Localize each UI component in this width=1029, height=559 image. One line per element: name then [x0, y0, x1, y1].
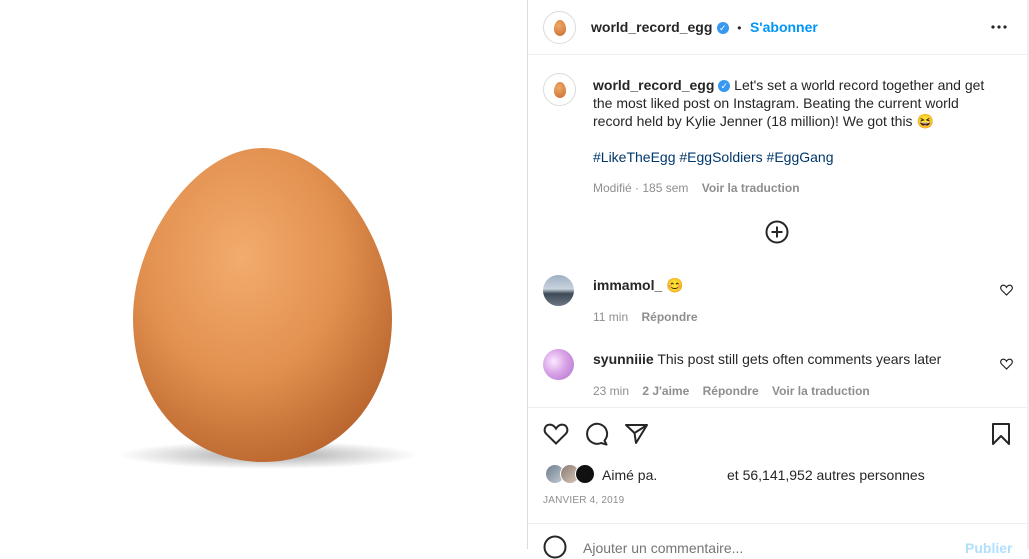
post-age: 185 sem	[642, 181, 689, 195]
caption-username[interactable]: world_record_egg	[593, 77, 714, 93]
author-avatar[interactable]	[543, 11, 576, 44]
share-send-icon[interactable]	[624, 422, 650, 446]
comment-bubble-icon[interactable]	[584, 422, 610, 446]
see-translation-link[interactable]: Voir la traduction	[702, 181, 800, 195]
header-divider	[528, 54, 1029, 55]
more-options-icon[interactable]	[990, 20, 1008, 34]
reply-button[interactable]: Répondre	[703, 384, 759, 398]
add-comment-input[interactable]	[583, 538, 903, 558]
comment-meta: 11 min Répondre	[593, 310, 698, 324]
publish-button[interactable]: Publier	[965, 540, 1012, 556]
comment-text: This post still gets often comments year…	[657, 351, 942, 367]
liker-avatar	[575, 464, 595, 484]
egg-avatar-icon	[553, 81, 566, 98]
commenter-avatar[interactable]	[543, 275, 574, 306]
author-username[interactable]: world_record_egg	[591, 19, 712, 35]
caption-emoji: 😆	[916, 113, 934, 129]
post-date: JANVIER 4, 2019	[543, 495, 625, 506]
caption-meta: Modifié · 185 sem Voir la traduction	[593, 181, 800, 195]
commenter-avatar[interactable]	[543, 349, 574, 380]
egg-avatar-icon	[553, 19, 566, 36]
comment-meta: 23 min 2 J'aime Répondre Voir la traduct…	[593, 384, 870, 398]
comment-time: 11 min	[593, 310, 629, 324]
like-heart-icon[interactable]	[543, 422, 569, 446]
comment-likes-count[interactable]: 2 J'aime	[642, 384, 689, 398]
verified-badge-icon: ✓	[718, 80, 731, 93]
emoji-smiley-icon[interactable]	[543, 535, 567, 559]
post-media[interactable]	[0, 0, 527, 549]
comment-username[interactable]: immamol_	[593, 277, 662, 293]
comment-item: syunniiie This post still gets often com…	[593, 350, 973, 368]
post-header: world_record_egg ✓ • S'abonner	[591, 19, 818, 37]
comment-like-icon[interactable]	[1000, 284, 1013, 296]
comment-time: 23 min	[593, 384, 630, 398]
comment-username[interactable]: syunniiie	[593, 351, 654, 367]
caption-avatar[interactable]	[543, 73, 576, 106]
comment-text: 😊	[666, 277, 684, 293]
liked-by-avatars[interactable]	[545, 464, 597, 484]
egg-image	[118, 148, 418, 469]
comment-like-icon[interactable]	[1000, 358, 1013, 370]
comment-item: immamol_ 😊	[593, 276, 684, 294]
see-translation-link[interactable]: Voir la traduction	[772, 384, 870, 398]
caption-hashtags[interactable]: #LikeTheEgg #EggSoldiers #EggGang	[593, 148, 988, 166]
save-bookmark-icon[interactable]	[990, 422, 1012, 446]
verified-badge-icon: ✓	[716, 21, 729, 34]
actions-divider	[528, 407, 1029, 408]
follow-button[interactable]: S'abonner	[750, 19, 818, 35]
modified-label: Modifié	[593, 181, 632, 195]
separator-dot: •	[737, 21, 742, 35]
likes-count[interactable]: et 56,141,952 autres personnes	[727, 467, 925, 483]
post-side-panel: world_record_egg ✓ • S'abonner world_rec…	[528, 0, 1029, 559]
comment-box-divider	[528, 523, 1029, 524]
load-more-comments-icon[interactable]	[765, 220, 789, 244]
liked-by-label: Aimé pa.	[602, 467, 658, 483]
post-caption: world_record_egg ✓ Let's set a world rec…	[593, 76, 988, 166]
reply-button[interactable]: Répondre	[641, 310, 697, 324]
